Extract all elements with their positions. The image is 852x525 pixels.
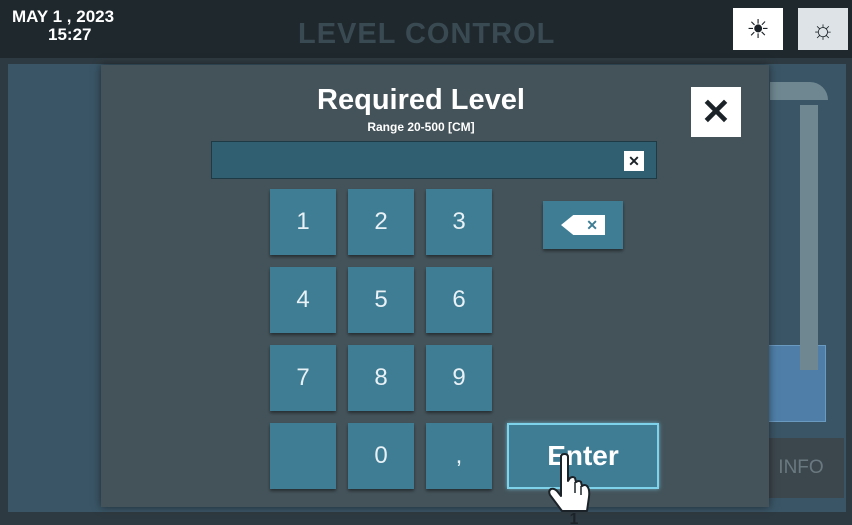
close-icon: ✕ [700, 91, 732, 132]
keypad-key-blank[interactable] [270, 423, 336, 489]
screen-title: LEVEL CONTROL [298, 18, 556, 50]
keypad-key-9[interactable]: 9 [426, 345, 492, 411]
pipe-vertical [800, 105, 818, 370]
level-control-screen: MAY 1 , 2023 15:27 LEVEL CONTROL ☀ ☼ INF… [0, 0, 852, 525]
sun-dim-icon: ☀ [746, 13, 770, 44]
pipe-elbow [770, 82, 828, 100]
time-display: 15:27 [48, 25, 92, 44]
keypad-key-3[interactable]: 3 [426, 189, 492, 255]
brightness-high-button[interactable]: ☼ [796, 8, 848, 50]
dialog-title: Required Level [317, 84, 525, 116]
keypad-key-0[interactable]: 0 [348, 423, 414, 489]
required-level-dialog: Required Level Range 20-500 [CM] ✕ ✕ 1 2… [101, 65, 769, 507]
date-display: MAY 1 , 2023 [12, 7, 115, 26]
close-button[interactable]: ✕ [691, 87, 741, 137]
keypad-key-2[interactable]: 2 [348, 189, 414, 255]
sun-bright-icon: ☼ [811, 13, 835, 44]
clear-input-button[interactable]: ✕ [624, 151, 644, 171]
top-status-bar: MAY 1 , 2023 15:27 LEVEL CONTROL ☀ ☼ [0, 0, 852, 58]
dialog-subtitle: Range 20-500 [CM] [367, 120, 475, 134]
keypad-key-7[interactable]: 7 [270, 345, 336, 411]
backspace-icon: ✕ [561, 215, 605, 235]
keypad-key-6[interactable]: 6 [426, 267, 492, 333]
info-button[interactable]: INFO [758, 438, 844, 498]
keypad-key-5[interactable]: 5 [348, 267, 414, 333]
keypad-key-1[interactable]: 1 [270, 189, 336, 255]
keypad-key-comma[interactable]: , [426, 423, 492, 489]
hand-cursor-icon: 1 [548, 453, 591, 525]
step-number-label: 1 [570, 511, 579, 525]
level-value-input[interactable] [211, 141, 657, 179]
backspace-button[interactable]: ✕ [543, 201, 623, 249]
keypad-key-8[interactable]: 8 [348, 345, 414, 411]
backspace-x-mark: ✕ [586, 216, 598, 233]
brightness-low-button[interactable]: ☀ [733, 8, 783, 50]
keypad-key-4[interactable]: 4 [270, 267, 336, 333]
clear-icon: ✕ [628, 152, 640, 169]
